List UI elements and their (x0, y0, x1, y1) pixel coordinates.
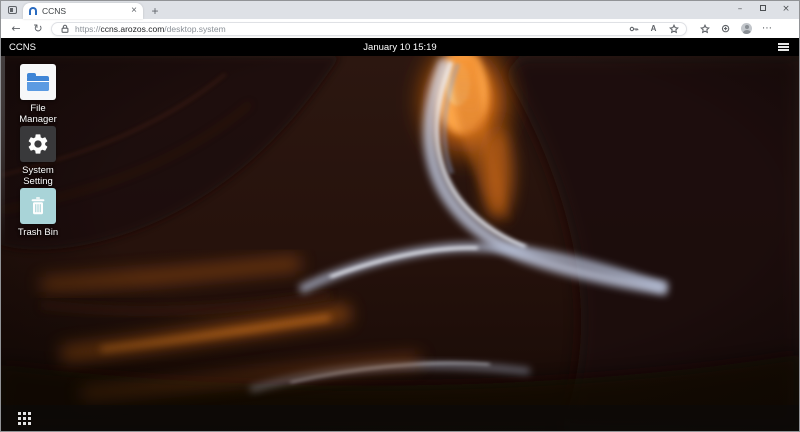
add-favorite-star-icon[interactable] (668, 23, 679, 34)
url-path: /desktop.system (164, 24, 225, 34)
password-key-icon[interactable] (628, 23, 639, 34)
address-bar[interactable]: https://ccns.arozos.com/desktop.system A (51, 22, 687, 36)
desktop-icon-system-setting[interactable]: System Setting (10, 126, 66, 187)
tab-title: CCNS (42, 6, 126, 16)
desktop-icon-label: System Setting (14, 165, 62, 187)
browser-toolbar: ← ↻ https://ccns.arozos.com/desktop.syst… (1, 19, 799, 38)
desktop[interactable]: File Manager System Setting (1, 56, 799, 431)
settings-menu-button[interactable]: ⋯ (762, 23, 772, 34)
page-content: CCNS January 10 15:19 (1, 38, 799, 431)
file-manager-icon (20, 64, 56, 100)
window-controls: – × (735, 1, 795, 17)
os-clock: January 10 15:19 (1, 42, 799, 53)
refresh-button[interactable]: ↻ (29, 22, 47, 35)
hamburger-menu-icon[interactable] (776, 41, 791, 53)
wallpaper-canyon (1, 56, 799, 431)
desktop-icon-label: File Manager (14, 103, 62, 125)
tab-actions-button[interactable] (1, 1, 23, 19)
globe-plus-icon[interactable] (720, 23, 731, 34)
minimize-button[interactable]: – (735, 4, 745, 14)
taskbar (1, 405, 799, 431)
profile-avatar[interactable] (741, 23, 752, 34)
tab-close-icon[interactable]: × (131, 6, 137, 16)
gear-icon (26, 132, 50, 156)
browser-tab[interactable]: CCNS × (23, 3, 143, 19)
read-aloud-icon[interactable]: A (648, 23, 659, 34)
maximize-icon (760, 5, 766, 11)
system-setting-icon (20, 126, 56, 162)
lock-icon (59, 23, 70, 34)
tab-actions-icon (8, 6, 17, 14)
app-launcher-button[interactable] (18, 412, 31, 425)
close-button[interactable]: × (781, 4, 791, 14)
trash-glyph-icon (26, 194, 50, 218)
desktop-icon-label: Trash Bin (14, 227, 62, 238)
desktop-icon-file-manager[interactable]: File Manager (10, 64, 66, 125)
collections-star-icon[interactable] (699, 23, 710, 34)
desktop-icon-column: File Manager System Setting (10, 64, 66, 238)
url-host: ccns.arozos.com (101, 24, 165, 34)
tab-strip: CCNS × + – × (1, 1, 799, 19)
os-host-label: CCNS (9, 42, 36, 53)
new-tab-button[interactable]: + (145, 3, 165, 19)
os-top-bar: CCNS January 10 15:19 (1, 38, 799, 56)
url-text: https://ccns.arozos.com/desktop.system (75, 24, 623, 34)
desktop-icon-trash-bin[interactable]: Trash Bin (10, 188, 66, 238)
url-scheme: https:// (75, 24, 101, 34)
maximize-button[interactable] (758, 4, 768, 14)
toolbar-extensions: ⋯ (699, 23, 772, 34)
address-bar-actions: A (628, 23, 679, 34)
trash-bin-icon (20, 188, 56, 224)
folder-glyph-icon (27, 76, 49, 91)
browser-window: CCNS × + – × ← ↻ https://ccns.arozos.com… (0, 0, 800, 432)
arozos-favicon-icon (29, 7, 37, 15)
back-button[interactable]: ← (7, 22, 25, 35)
